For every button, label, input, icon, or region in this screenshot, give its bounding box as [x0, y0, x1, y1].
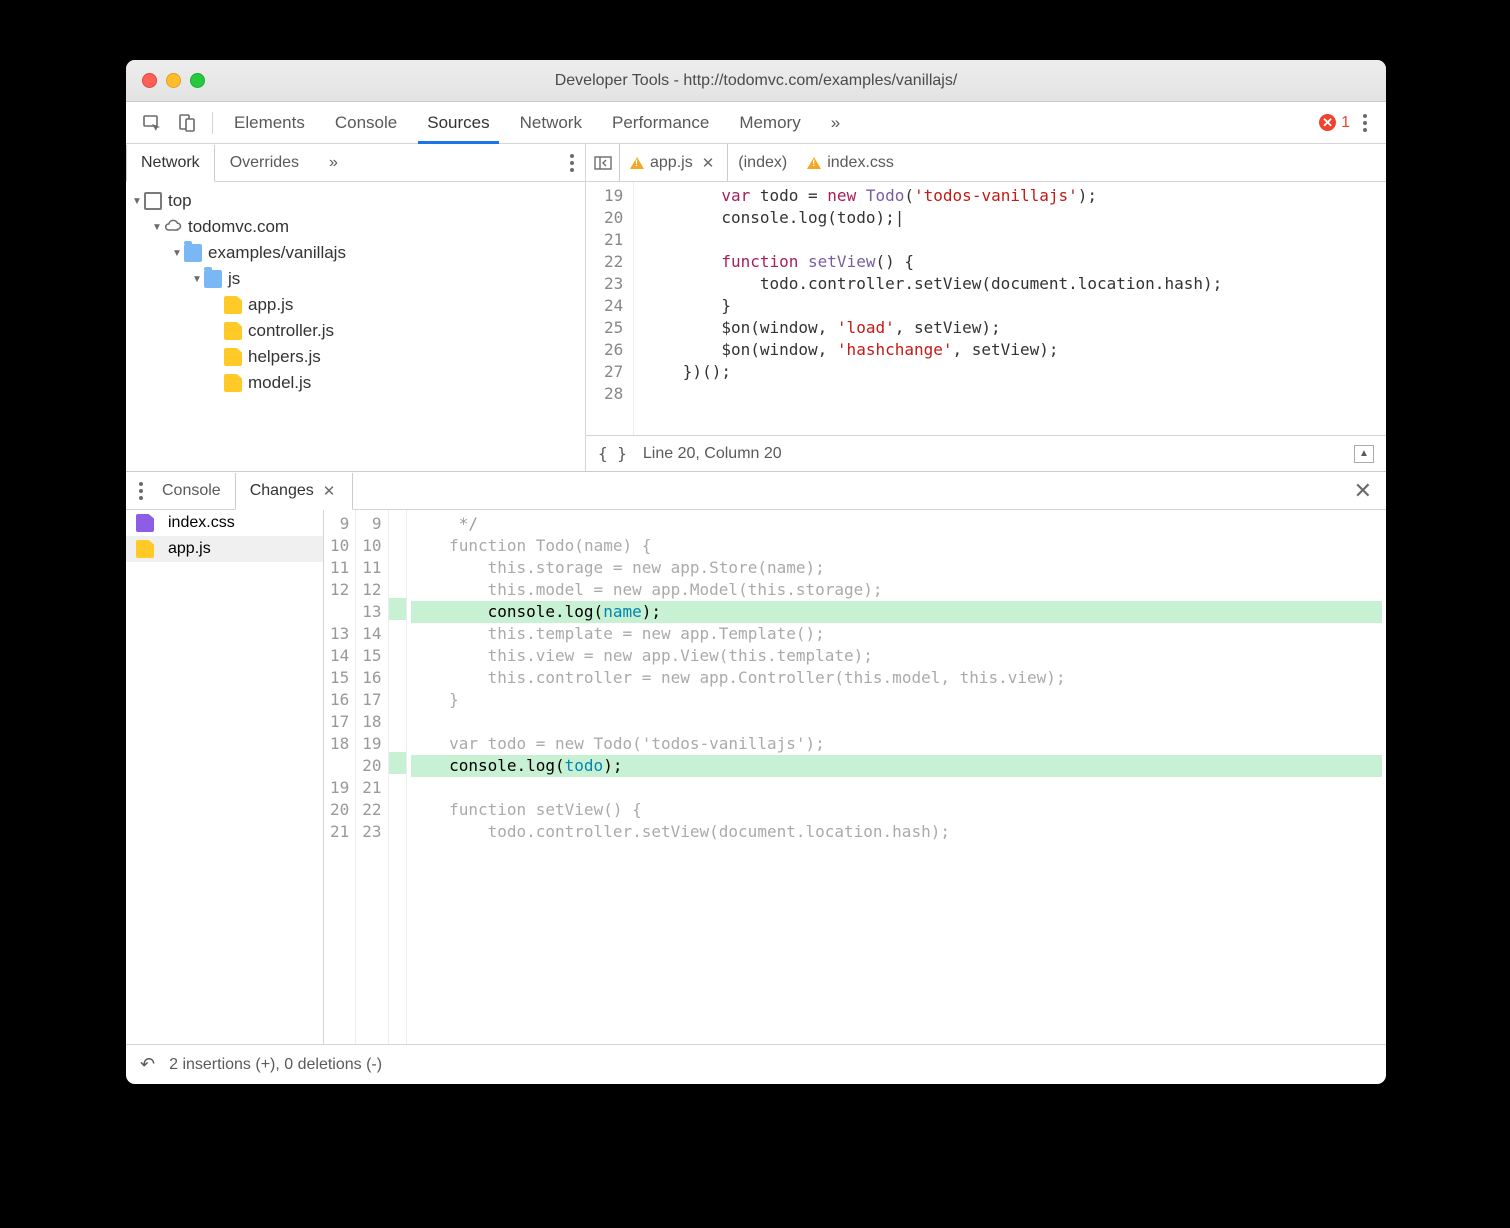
close-icon[interactable]: ✕ — [699, 154, 718, 172]
file-icon — [136, 514, 154, 532]
tree-file-helpersjs[interactable]: helpers.js — [126, 344, 585, 370]
diff-marker-gutter — [389, 510, 407, 1044]
collapse-icon[interactable]: ▲ — [1354, 445, 1374, 463]
nav-tab-overrides[interactable]: Overrides — [215, 144, 314, 181]
tree-folder-js[interactable]: ▼js — [126, 266, 585, 292]
nav-tab-network[interactable]: Network — [126, 145, 215, 182]
separator — [212, 112, 213, 134]
drawer-panel: Console Changes ✕ ✕ index.css app.js 910… — [126, 472, 1386, 1084]
nav-menu-icon[interactable] — [565, 149, 579, 177]
tree-file-appjs[interactable]: app.js — [126, 292, 585, 318]
error-badge[interactable]: ✕ 1 — [1319, 114, 1350, 132]
sources-panel: Network Overrides » ▼top ▼todomvc.com ▼e… — [126, 144, 1386, 472]
panel-tabs: Elements Console Sources Network Perform… — [219, 102, 1319, 143]
drawer-menu-icon[interactable] — [134, 477, 148, 505]
code-content[interactable]: var todo = new Todo('todos-vanillajs'); … — [634, 182, 1232, 435]
changed-file-appjs[interactable]: app.js — [126, 536, 323, 562]
cursor-position: Line 20, Column 20 — [643, 445, 782, 463]
code-editor[interactable]: 19202122232425262728 var todo = new Todo… — [586, 182, 1386, 435]
close-icon[interactable]: ✕ — [320, 482, 339, 500]
changes-footer: ↶ 2 insertions (+), 0 deletions (-) — [126, 1044, 1386, 1084]
tree-folder[interactable]: ▼examples/vanillajs — [126, 240, 585, 266]
close-icon[interactable] — [142, 73, 157, 88]
line-gutter: 19202122232425262728 — [586, 182, 634, 435]
file-tabs: app.js ✕ (index) index.css — [620, 144, 904, 181]
drawer-close-icon[interactable]: ✕ — [1340, 478, 1386, 504]
settings-menu-icon[interactable] — [1358, 109, 1372, 137]
devtools-window: Developer Tools - http://todomvc.com/exa… — [126, 60, 1386, 1084]
titlebar: Developer Tools - http://todomvc.com/exa… — [126, 60, 1386, 102]
diff-view[interactable]: 9101112 131415161718 192021 910111213141… — [324, 510, 1386, 1044]
changes-summary: 2 insertions (+), 0 deletions (-) — [169, 1056, 382, 1074]
error-icon: ✕ — [1319, 114, 1336, 131]
file-tree: ▼top ▼todomvc.com ▼examples/vanillajs ▼j… — [126, 182, 585, 471]
changes-body: index.css app.js 9101112 131415161718 19… — [126, 510, 1386, 1044]
file-icon — [224, 322, 242, 340]
drawer-tab-changes[interactable]: Changes ✕ — [235, 473, 354, 510]
diff-gutter-old: 9101112 131415161718 192021 — [324, 510, 356, 1044]
changed-file-indexcss[interactable]: index.css — [126, 510, 323, 536]
file-icon — [224, 296, 242, 314]
file-tab-appjs[interactable]: app.js ✕ — [619, 144, 728, 181]
inspect-icon[interactable] — [140, 111, 164, 135]
drawer-tabs: Console Changes ✕ ✕ — [126, 472, 1386, 510]
tree-file-modeljs[interactable]: model.js — [126, 370, 585, 396]
cloud-icon — [164, 218, 182, 236]
tab-performance[interactable]: Performance — [597, 102, 724, 143]
changed-files-list: index.css app.js — [126, 510, 324, 1044]
window-title: Developer Tools - http://todomvc.com/exa… — [126, 72, 1386, 90]
folder-icon — [184, 244, 202, 262]
file-icon — [136, 540, 154, 558]
tab-sources[interactable]: Sources — [412, 102, 504, 143]
file-tab-index[interactable]: (index) — [728, 144, 797, 181]
diff-gutter-new: 91011121314151617181920212223 — [356, 510, 388, 1044]
main-toolbar: Elements Console Sources Network Perform… — [126, 102, 1386, 144]
source-editor-pane: app.js ✕ (index) index.css 1920212223242… — [586, 144, 1386, 471]
tab-console[interactable]: Console — [320, 102, 412, 143]
zoom-icon[interactable] — [190, 73, 205, 88]
drawer-tab-console[interactable]: Console — [148, 472, 235, 509]
nav-tabs-overflow[interactable]: » — [314, 144, 353, 181]
warning-icon — [807, 157, 821, 169]
device-icon[interactable] — [176, 111, 200, 135]
file-icon — [224, 348, 242, 366]
tabs-overflow[interactable]: » — [816, 102, 855, 143]
folder-icon — [204, 270, 222, 288]
diff-code: */ function Todo(name) { this.storage = … — [407, 510, 1386, 1044]
navigator-tabs: Network Overrides » — [126, 144, 585, 182]
revert-icon[interactable]: ↶ — [140, 1054, 155, 1075]
file-tab-indexcss[interactable]: index.css — [797, 144, 904, 181]
error-count: 1 — [1341, 114, 1350, 132]
traffic-lights — [126, 73, 205, 88]
tree-domain[interactable]: ▼todomvc.com — [126, 214, 585, 240]
pretty-print-icon[interactable]: { } — [598, 444, 627, 463]
tab-elements[interactable]: Elements — [219, 102, 320, 143]
file-icon — [224, 374, 242, 392]
tab-network[interactable]: Network — [505, 102, 597, 143]
warning-icon — [630, 157, 644, 169]
toggle-navigator-icon[interactable] — [586, 144, 620, 181]
tree-frame-top[interactable]: ▼top — [126, 188, 585, 214]
navigator-pane: Network Overrides » ▼top ▼todomvc.com ▼e… — [126, 144, 586, 471]
tab-memory[interactable]: Memory — [724, 102, 815, 143]
editor-header: app.js ✕ (index) index.css — [586, 144, 1386, 182]
tree-file-controllerjs[interactable]: controller.js — [126, 318, 585, 344]
minimize-icon[interactable] — [166, 73, 181, 88]
frame-icon — [144, 192, 162, 210]
editor-footer: { } Line 20, Column 20 ▲ — [586, 435, 1386, 471]
